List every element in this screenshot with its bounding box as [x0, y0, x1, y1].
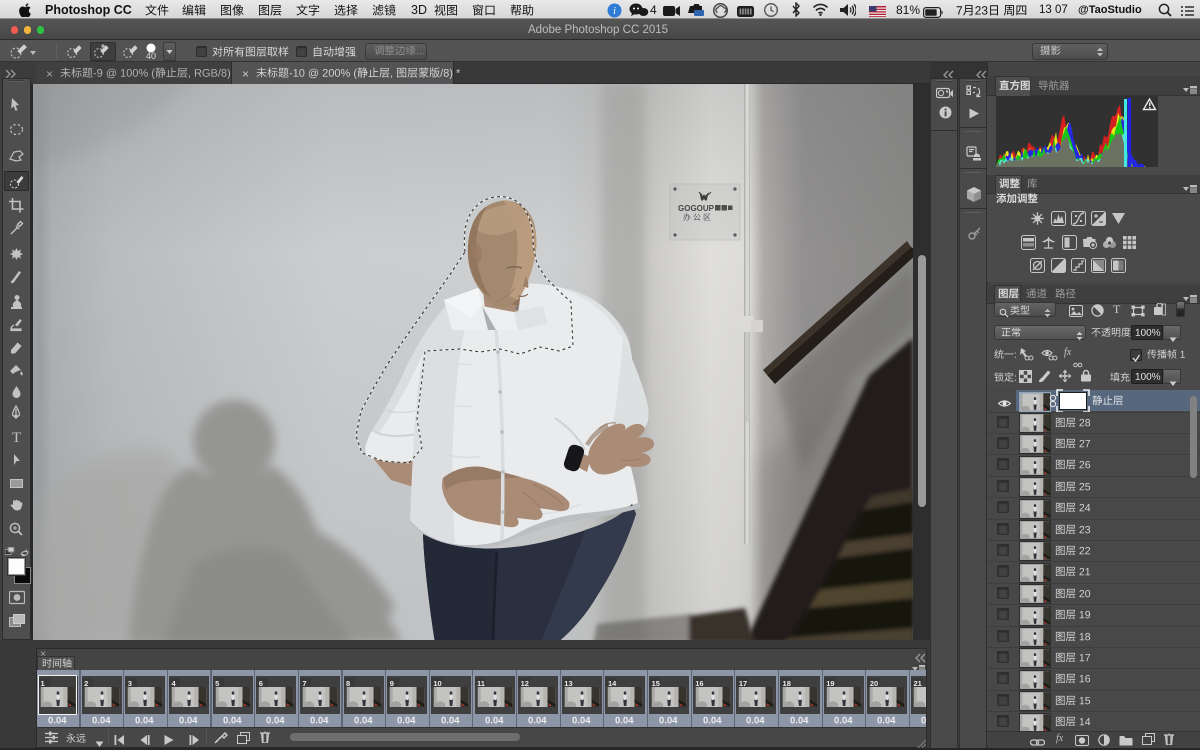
svg-text:GOGOUP: GOGOUP [678, 204, 715, 213]
svg-text:T: T [12, 430, 21, 445]
svg-text:i: i [613, 6, 616, 17]
svg-text:40: 40 [146, 51, 156, 61]
